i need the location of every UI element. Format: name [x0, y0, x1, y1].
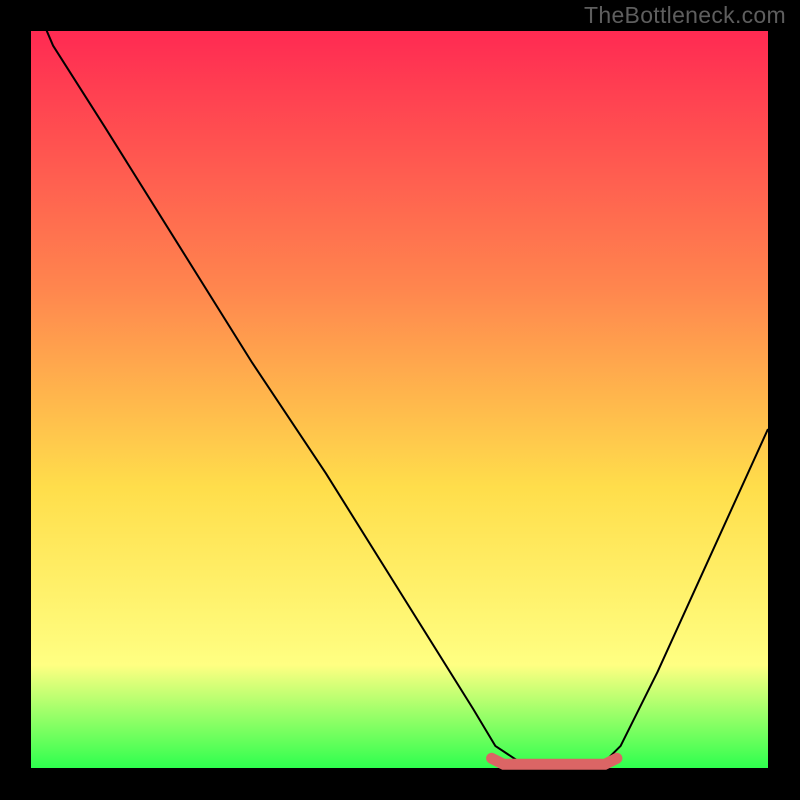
flat-region-marker [492, 758, 617, 764]
plot-background [31, 31, 768, 768]
chart-container: TheBottleneck.com [0, 0, 800, 800]
bottleneck-chart [0, 0, 800, 800]
